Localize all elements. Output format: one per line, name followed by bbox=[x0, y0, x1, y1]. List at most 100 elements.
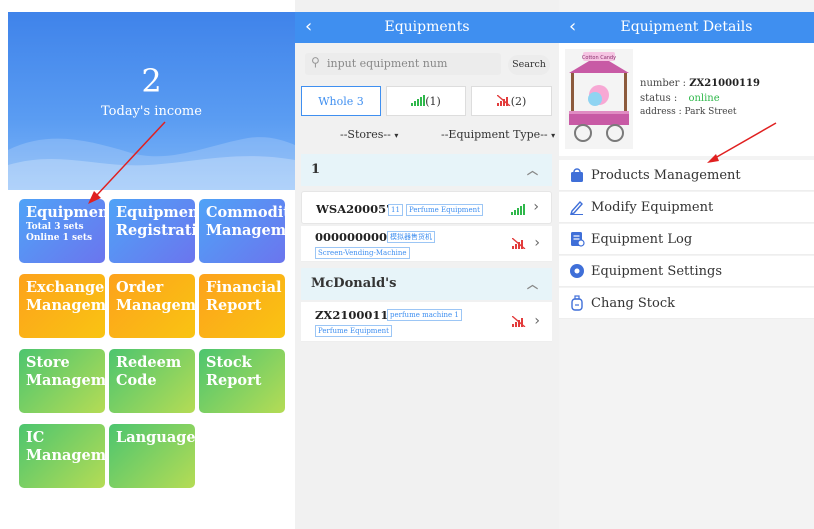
tile-equipment[interactable]: Equipment Total 3 sets Online 1 sets bbox=[19, 199, 105, 263]
equipment-type-filter[interactable]: --Equipment Type-- ▾ bbox=[441, 128, 555, 141]
tile-ic-management[interactable]: IC Management bbox=[19, 424, 105, 488]
page-title: Equipments bbox=[384, 19, 470, 35]
status-value: online bbox=[688, 93, 720, 104]
tile-total-sets: Total 3 sets bbox=[26, 222, 84, 232]
store-group-name: McDonald's bbox=[311, 276, 397, 291]
chevron-up-icon: ︿ bbox=[527, 164, 538, 177]
address-label: address : bbox=[640, 107, 682, 117]
income-banner: 2 Today's income bbox=[8, 12, 295, 190]
number-label: number : bbox=[640, 78, 687, 89]
tile-label: Equipment bbox=[26, 204, 105, 221]
equipment-tag: perfume machine 1 bbox=[387, 309, 462, 321]
tile-language[interactable]: Language bbox=[109, 424, 195, 488]
cotton-candy-cart-image: Cotton Candy bbox=[565, 49, 633, 149]
stores-filter[interactable]: --Stores-- ▾ bbox=[340, 128, 398, 141]
equipment-details-screen: ‹ Equipment Details Cotton Candy number … bbox=[559, 0, 814, 529]
tab-label: (2) bbox=[510, 95, 527, 108]
tile-label: Language bbox=[116, 429, 195, 446]
tab-label: (1) bbox=[425, 95, 441, 108]
signal-offline-icon bbox=[496, 94, 511, 107]
page-title: Equipment Details bbox=[620, 19, 753, 35]
details-header: ‹ Equipment Details bbox=[559, 12, 814, 43]
search-icon: ⚲ bbox=[311, 55, 320, 69]
income-label: Today's income bbox=[101, 104, 202, 119]
tile-equipment-registration[interactable]: Equipment Registration bbox=[109, 199, 195, 263]
equipment-address: address : Park Street bbox=[640, 107, 737, 117]
tile-order-management[interactable]: Order Management bbox=[109, 274, 195, 338]
chevron-right-icon: › bbox=[533, 199, 539, 215]
menu-label: Products Management bbox=[591, 168, 741, 183]
menu-label: Equipment Settings bbox=[591, 264, 722, 279]
equipment-tag: Perfume Equipment bbox=[315, 325, 392, 337]
cart-sign-text: Cotton Candy bbox=[582, 55, 616, 61]
tile-commodity-management[interactable]: Commodity Management bbox=[199, 199, 285, 263]
chevron-right-icon: › bbox=[534, 313, 540, 329]
equipment-code: 0000000001 bbox=[315, 230, 396, 244]
tile-stock-report[interactable]: Stock Report bbox=[199, 349, 285, 413]
number-value: ZX21000119 bbox=[689, 78, 760, 89]
settings-icon bbox=[570, 264, 584, 278]
tab-online[interactable]: (1) bbox=[386, 86, 466, 116]
tab-label: Whole 3 bbox=[318, 95, 364, 108]
tile-label: Stock Report bbox=[206, 354, 262, 389]
store-group-name: 1 bbox=[311, 162, 321, 177]
menu-label: Equipment Log bbox=[591, 232, 693, 247]
signal-offline-icon bbox=[512, 316, 526, 327]
tile-financial-report[interactable]: Financial Report bbox=[199, 274, 285, 338]
tile-label: Equipment Registration bbox=[116, 204, 195, 239]
chevron-right-icon: › bbox=[534, 235, 540, 251]
equipment-tag: 11 bbox=[388, 204, 403, 216]
wave-decoration bbox=[8, 137, 295, 190]
home-screen: 2 Today's income Equipment Total 3 sets … bbox=[8, 0, 295, 529]
store-group-header[interactable]: McDonald's ︿ bbox=[301, 268, 552, 300]
signal-offline-icon bbox=[512, 238, 526, 249]
equipment-tag: Screen-Vending-Machine bbox=[315, 247, 410, 259]
tile-label: Store Management bbox=[26, 354, 105, 389]
status-label: status : bbox=[640, 93, 678, 104]
tile-label: Order Management bbox=[116, 279, 195, 314]
equipment-code: ZX21000119 bbox=[315, 308, 397, 322]
income-value: 2 bbox=[141, 62, 162, 100]
search-button[interactable]: Search bbox=[508, 55, 550, 75]
menu-equipment-log[interactable]: Equipment Log bbox=[559, 224, 814, 255]
equipments-header: ‹ Equipments bbox=[295, 12, 559, 43]
search-input[interactable]: ⚲ input equipment num bbox=[305, 53, 501, 75]
equipment-row[interactable]: 0000000001 模拟器售货机 Screen-Vending-Machine… bbox=[301, 226, 552, 262]
caret-down-icon: ▾ bbox=[551, 131, 556, 140]
tile-store-management[interactable]: Store Management bbox=[19, 349, 105, 413]
equipment-number: number : ZX21000119 bbox=[640, 78, 760, 89]
tab-whole[interactable]: Whole 3 bbox=[301, 86, 381, 116]
equipment-tag: Perfume Equipment bbox=[406, 204, 483, 216]
equipment-row[interactable]: ZX21000119 perfume machine 1 Perfume Equ… bbox=[301, 302, 552, 342]
equipment-row[interactable]: WSA2000578 11 Perfume Equipment › bbox=[301, 191, 552, 224]
edit-icon bbox=[569, 200, 583, 215]
menu-chang-stock[interactable]: Chang Stock bbox=[559, 288, 814, 319]
bag-icon bbox=[571, 168, 583, 182]
tile-redeem-code[interactable]: Redeem Code bbox=[109, 349, 195, 413]
signal-online-icon bbox=[411, 95, 426, 106]
equipments-screen: ‹ Equipments ⚲ input equipment num Searc… bbox=[295, 0, 559, 529]
equipment-status: status : online bbox=[640, 93, 720, 104]
store-group-header[interactable]: 1 ︿ bbox=[301, 154, 552, 186]
tile-exchange-management[interactable]: Exchange Management bbox=[19, 274, 105, 338]
log-icon bbox=[571, 232, 585, 247]
menu-products-management[interactable]: Products Management bbox=[559, 160, 814, 191]
menu-modify-equipment[interactable]: Modify Equipment bbox=[559, 192, 814, 223]
equipment-type-filter-label: --Equipment Type-- bbox=[441, 128, 548, 141]
tile-label: Commodity Management bbox=[206, 204, 285, 239]
menu-equipment-settings[interactable]: Equipment Settings bbox=[559, 256, 814, 287]
tile-label: Financial Report bbox=[206, 279, 282, 314]
menu-label: Modify Equipment bbox=[591, 200, 714, 215]
tile-online-sets: Online 1 sets bbox=[26, 233, 93, 243]
chevron-up-icon: ︿ bbox=[527, 278, 538, 291]
equipment-tag: 模拟器售货机 bbox=[387, 231, 435, 243]
equipment-summary-card: Cotton Candy number : ZX21000119 status … bbox=[559, 43, 814, 156]
caret-down-icon: ▾ bbox=[394, 131, 399, 140]
tab-offline[interactable]: (2) bbox=[471, 86, 552, 116]
signal-online-icon bbox=[511, 204, 525, 215]
tile-label: Exchange Management bbox=[26, 279, 105, 314]
stock-icon bbox=[571, 295, 583, 311]
tile-label: Redeem Code bbox=[116, 354, 182, 389]
menu-label: Chang Stock bbox=[591, 296, 676, 311]
search-placeholder: input equipment num bbox=[327, 57, 448, 70]
